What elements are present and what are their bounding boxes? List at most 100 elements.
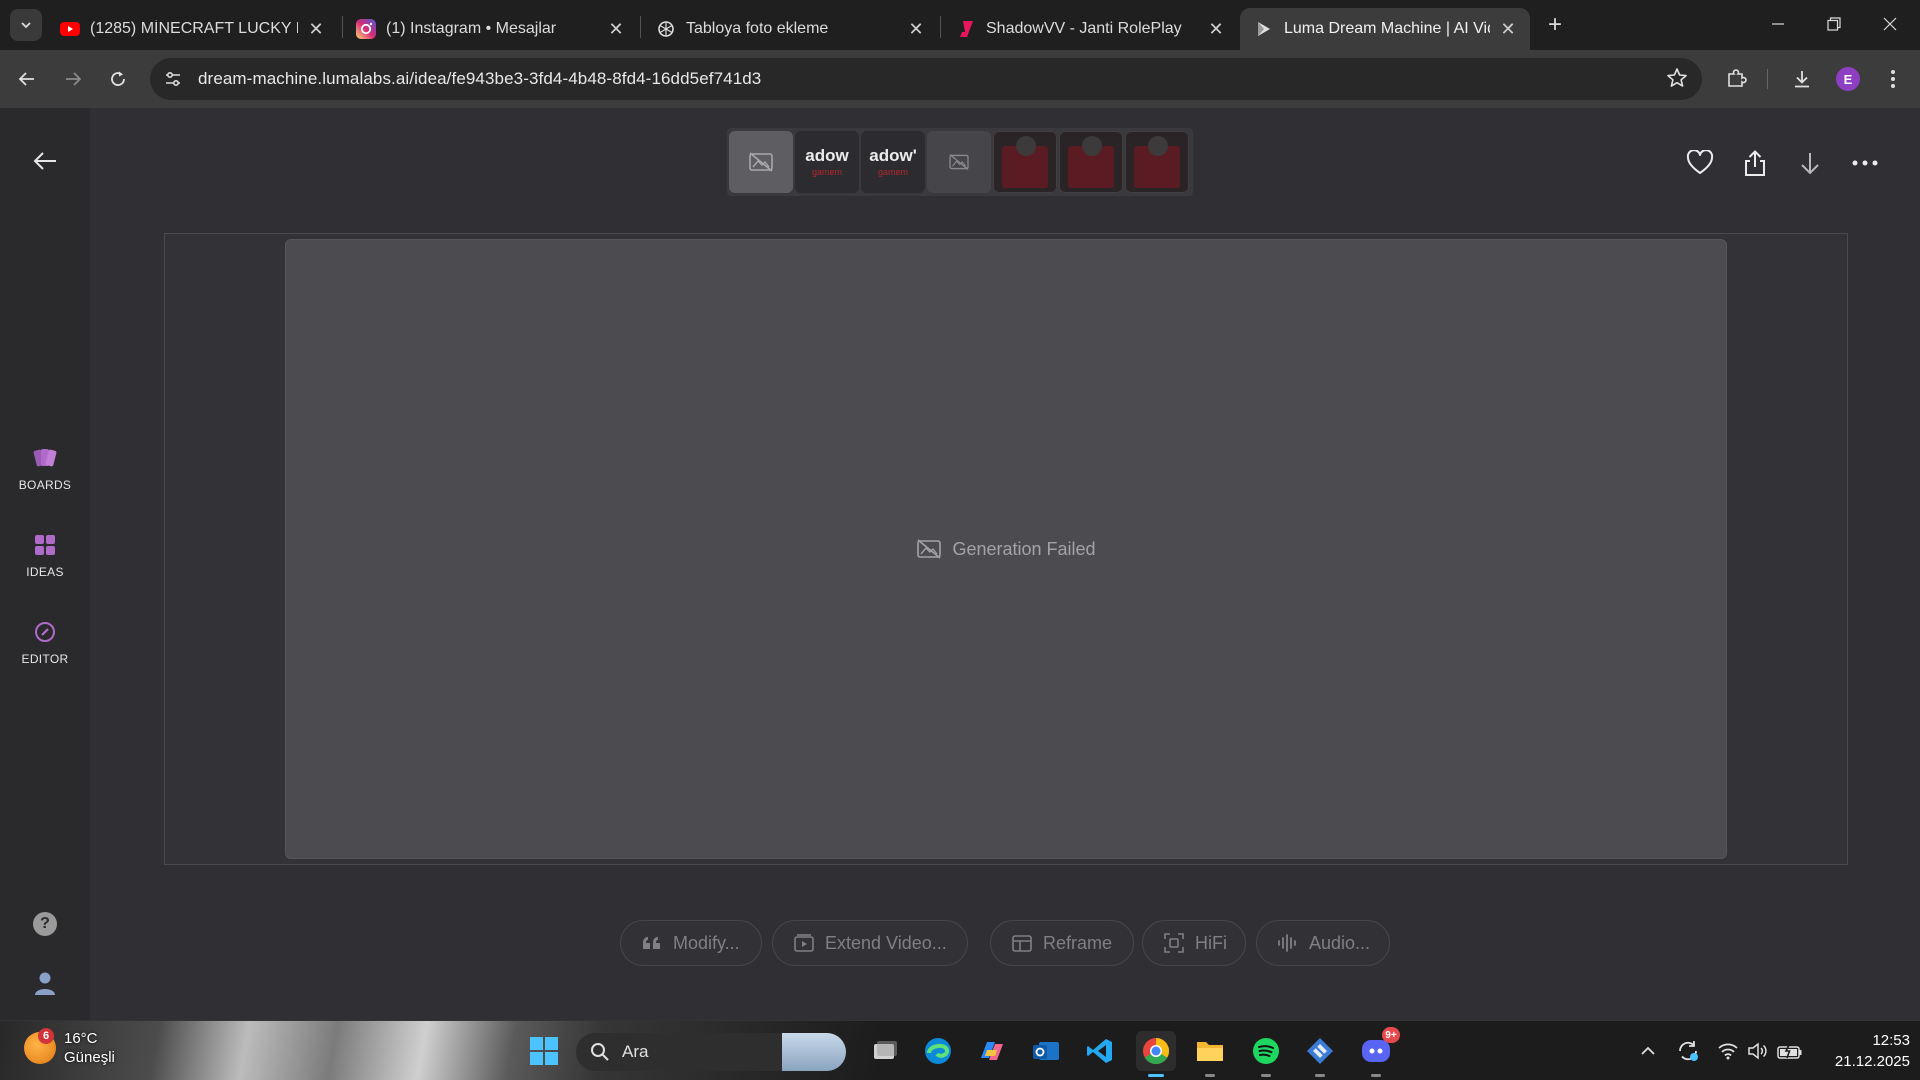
edge-icon xyxy=(925,1038,951,1064)
taskbar-file-explorer[interactable] xyxy=(1190,1031,1230,1077)
thumbnail-text[interactable]: adow' gamem xyxy=(861,131,925,193)
quote-icon xyxy=(641,935,663,951)
forward-button[interactable] xyxy=(56,62,90,96)
download-icon xyxy=(1795,71,1809,88)
account-button[interactable] xyxy=(32,970,58,996)
reload-button[interactable] xyxy=(101,62,135,96)
thumbnail-failed-selected[interactable] xyxy=(729,131,793,193)
close-tab-icon[interactable]: ✕ xyxy=(1498,19,1518,39)
more-horizontal-icon xyxy=(1852,160,1878,166)
reframe-button[interactable]: Reframe xyxy=(990,920,1134,966)
more-options-button[interactable] xyxy=(1847,145,1883,181)
close-tab-icon[interactable]: ✕ xyxy=(1206,19,1226,39)
generation-thumbnails: adow gamem adow' gamem xyxy=(727,128,1193,196)
sidebar-item-editor[interactable]: EDITOR xyxy=(0,620,90,666)
browser-tab-chatgpt[interactable]: Tabloya foto ekleme ✕ xyxy=(642,8,938,50)
hifi-button[interactable]: HiFi xyxy=(1142,920,1246,966)
minimize-button[interactable] xyxy=(1750,0,1806,48)
close-window-button[interactable] xyxy=(1862,0,1918,48)
reframe-label: Reframe xyxy=(1043,932,1113,953)
speaker-icon xyxy=(1748,1042,1767,1060)
bookmark-star-icon[interactable] xyxy=(1666,67,1688,94)
taskbar-chrome[interactable] xyxy=(1136,1031,1176,1077)
arrow-right-icon xyxy=(66,72,82,86)
browser-tab-shadowvv[interactable]: ShadowVV - Janti RolePlay ✕ xyxy=(942,8,1238,50)
system-clock[interactable]: 12:53 21.12.2025 xyxy=(1810,1030,1910,1072)
taskbar-spotify[interactable] xyxy=(1246,1031,1286,1077)
extend-video-label: Extend Video... xyxy=(825,932,947,953)
battery-button[interactable] xyxy=(1776,1035,1804,1067)
close-tab-icon[interactable]: ✕ xyxy=(606,19,626,39)
taskbar-vscode[interactable] xyxy=(1080,1031,1120,1071)
extend-video-button[interactable]: Extend Video... xyxy=(772,920,968,966)
user-icon xyxy=(35,972,55,995)
downloads-button[interactable] xyxy=(1785,62,1819,96)
taskbar-discord[interactable]: 9+ xyxy=(1356,1027,1400,1077)
audio-button[interactable]: Audio... xyxy=(1256,920,1390,966)
start-button[interactable] xyxy=(524,1031,564,1071)
audio-icon xyxy=(1277,933,1299,953)
back-button[interactable] xyxy=(10,62,44,96)
taskbar-outlook[interactable] xyxy=(1026,1031,1066,1071)
thumbnail-video[interactable] xyxy=(1059,131,1123,193)
copilot-icon xyxy=(981,1042,1003,1060)
thumbnail-video[interactable] xyxy=(993,131,1057,193)
sync-icon xyxy=(1679,1041,1698,1061)
help-button[interactable]: ? xyxy=(33,912,57,936)
taskbar-copilot[interactable] xyxy=(972,1031,1012,1071)
like-button[interactable] xyxy=(1682,145,1718,181)
browser-tab-youtube[interactable]: (1285) MİNECRAFT LUCKY BLOCK ✕ xyxy=(46,8,338,50)
kebab-menu-icon xyxy=(1891,70,1895,88)
sync-status-button[interactable] xyxy=(1674,1035,1702,1067)
weather-widget[interactable]: 6 16°C Güneşli xyxy=(24,1028,115,1067)
sidebar-item-boards[interactable]: BOARDS xyxy=(0,446,90,492)
ideas-icon xyxy=(35,535,55,555)
sidebar: BOARDS IDEAS EDITOR ? xyxy=(0,108,90,1020)
open-app-indicator xyxy=(1315,1074,1325,1077)
extensions-button[interactable] xyxy=(1719,62,1753,96)
new-tab-button[interactable]: + xyxy=(1541,11,1569,39)
share-icon xyxy=(1745,150,1765,176)
close-tab-icon[interactable]: ✕ xyxy=(906,19,926,39)
network-button[interactable] xyxy=(1714,1035,1742,1067)
thumbnail-text[interactable]: adow gamem xyxy=(795,131,859,193)
restore-button[interactable] xyxy=(1806,0,1862,48)
site-info-button[interactable] xyxy=(158,64,188,94)
taskbar-search-box[interactable]: Ara xyxy=(576,1033,846,1071)
browser-tab-instagram[interactable]: (1) Instagram • Mesajlar ✕ xyxy=(342,8,638,50)
download-button[interactable] xyxy=(1792,145,1828,181)
thumbnail-video[interactable] xyxy=(1125,131,1189,193)
tab-title: Tabloya foto ekleme xyxy=(686,20,829,37)
search-placeholder: Ara xyxy=(622,1042,649,1061)
show-hidden-icons-button[interactable] xyxy=(1634,1035,1662,1067)
back-arrow-button[interactable] xyxy=(30,146,60,176)
youtube-icon xyxy=(60,19,80,39)
share-button[interactable] xyxy=(1737,145,1773,181)
address-bar[interactable]: dream-machine.lumalabs.ai/idea/fe943be3-… xyxy=(150,58,1702,100)
taskbar-edge[interactable] xyxy=(918,1031,958,1071)
minimize-icon xyxy=(1772,23,1784,25)
close-tab-icon[interactable]: ✕ xyxy=(306,19,326,39)
chevron-down-icon xyxy=(21,22,31,29)
extend-video-icon xyxy=(793,933,815,953)
sidebar-item-label: IDEAS xyxy=(26,565,64,579)
modify-button[interactable]: Modify... xyxy=(620,920,762,966)
editor-icon xyxy=(35,622,55,642)
task-view-button[interactable] xyxy=(864,1031,904,1071)
generation-failed-message: Generation Failed xyxy=(916,538,1096,560)
weather-description: Güneşli xyxy=(64,1049,115,1066)
volume-button[interactable] xyxy=(1744,1035,1772,1067)
janti-icon xyxy=(956,19,976,39)
chevron-up-icon xyxy=(1641,1046,1655,1055)
sidebar-item-ideas[interactable]: IDEAS xyxy=(0,533,90,579)
profile-button[interactable]: E xyxy=(1831,62,1865,96)
folder-icon xyxy=(1197,1042,1223,1061)
tab-search-button[interactable] xyxy=(10,9,42,41)
image-off-icon xyxy=(749,152,773,172)
taskbar-app-diamond[interactable] xyxy=(1300,1031,1340,1077)
tab-title: (1) Instagram • Mesajlar xyxy=(386,20,557,37)
image-off-icon xyxy=(916,538,942,560)
browser-menu-button[interactable] xyxy=(1876,62,1910,96)
browser-tab-luma[interactable]: Luma Dream Machine | AI Video Generator … xyxy=(1240,8,1530,50)
thumbnail-failed[interactable] xyxy=(927,131,991,193)
